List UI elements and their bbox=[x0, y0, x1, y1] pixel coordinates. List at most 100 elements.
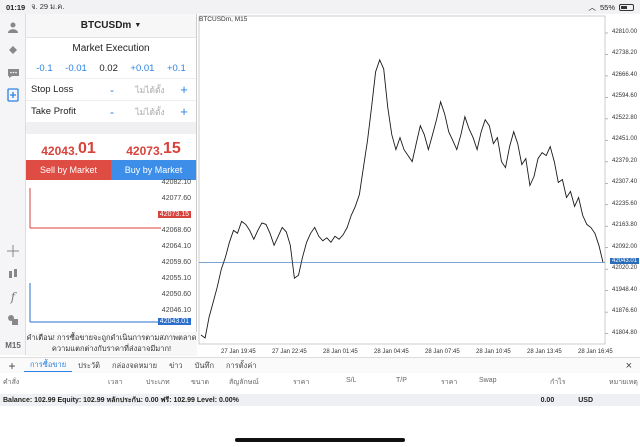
tab-history[interactable]: ประวัติ bbox=[72, 360, 106, 372]
tick-level: 42077.60 bbox=[161, 195, 191, 202]
tick-level: 42050.60 bbox=[161, 291, 191, 298]
home-indicator bbox=[235, 438, 405, 442]
column-header[interactable]: ประเภท bbox=[146, 377, 170, 388]
tab-news[interactable]: ข่าว bbox=[163, 360, 189, 372]
battery-percent: 55% bbox=[599, 2, 615, 12]
close-icon[interactable]: × bbox=[626, 360, 632, 372]
volume-row: -0.1 -0.01 0.02 +0.01 +0.1 bbox=[26, 58, 196, 78]
bid-price: 42043. 01 bbox=[26, 134, 111, 160]
x-tick-label: 28 Jan 01:45 bbox=[323, 349, 358, 355]
tab-mailbox[interactable]: กล่องจดหมาย bbox=[106, 360, 163, 372]
column-header[interactable]: ราคา bbox=[293, 377, 309, 388]
stop-loss-plus-button[interactable]: + bbox=[177, 82, 191, 97]
take-profit-field[interactable]: ไม่ได้ตั้ง bbox=[123, 105, 177, 119]
y-tick-label: 42522.80 bbox=[612, 114, 638, 121]
stop-loss-minus-button[interactable]: - bbox=[101, 83, 123, 97]
take-profit-plus-button[interactable]: + bbox=[177, 104, 191, 119]
volume-minus-big-button[interactable]: -0.1 bbox=[36, 63, 52, 74]
caret-down-icon: ▼ bbox=[134, 22, 142, 29]
current-price-label: 42043.01 bbox=[610, 258, 640, 265]
divider bbox=[26, 122, 196, 134]
price-chart[interactable]: BTCUSDm, M15 42810.00 42738.20 42666.40 425… bbox=[197, 14, 640, 357]
tab-journal[interactable]: บันทึก bbox=[189, 360, 220, 372]
function-icon[interactable]: f bbox=[3, 288, 23, 306]
column-header[interactable]: T/P bbox=[396, 377, 407, 384]
total-profit: 0.00 bbox=[540, 396, 555, 404]
y-tick-label: 42163.80 bbox=[612, 222, 638, 229]
tick-level: 42055.10 bbox=[161, 275, 191, 282]
y-tick-label: 42020.20 bbox=[612, 265, 638, 272]
take-profit-minus-button[interactable]: - bbox=[101, 105, 123, 119]
status-right: ︿ 55% bbox=[588, 2, 634, 13]
execution-warning: คำเตือน! การซื้อขายจะถูกดำเนินการตามสภาพ… bbox=[26, 332, 197, 356]
y-tick-label: 42092.00 bbox=[612, 243, 638, 250]
tab-trade[interactable]: การซื้อขาย bbox=[24, 359, 73, 372]
chat-icon[interactable] bbox=[3, 64, 23, 82]
bid-price-main: 42043. bbox=[41, 144, 78, 158]
column-header[interactable]: ขนาด bbox=[191, 377, 209, 388]
tick-level-ask: 42073.15 bbox=[157, 211, 191, 218]
timeframe-button[interactable]: M15 bbox=[3, 336, 23, 354]
bid-price-pips: 01 bbox=[77, 140, 96, 157]
tick-level: 42064.10 bbox=[161, 243, 191, 250]
volume-plus-small-button[interactable]: +0.01 bbox=[130, 63, 154, 74]
price-line bbox=[200, 58, 604, 339]
status-bar: 01:19 จ. 29 ม.ค. ︿ 55% bbox=[0, 0, 640, 14]
volume-minus-small-button[interactable]: -0.01 bbox=[65, 63, 87, 74]
y-tick-label: 42738.20 bbox=[612, 50, 638, 57]
column-header[interactable]: S/L bbox=[346, 377, 357, 384]
add-icon[interactable]: + bbox=[0, 359, 24, 373]
column-header[interactable]: เวลา bbox=[108, 377, 123, 388]
crosshair-icon[interactable] bbox=[3, 242, 23, 260]
y-tick-label: 41804.80 bbox=[612, 329, 638, 336]
x-tick-label: 27 Jan 19:45 bbox=[221, 349, 256, 355]
take-profit-label: Take Profit bbox=[31, 106, 76, 117]
battery-icon bbox=[619, 3, 634, 11]
volume-plus-big-button[interactable]: +0.1 bbox=[167, 63, 186, 74]
volume-value[interactable]: 0.02 bbox=[99, 63, 118, 74]
column-header[interactable]: หมายเหตุ bbox=[609, 377, 638, 388]
indicators-icon[interactable] bbox=[3, 265, 23, 283]
y-tick-label: 42235.60 bbox=[612, 200, 638, 207]
clock: 01:19 bbox=[6, 2, 26, 12]
x-tick-label: 28 Jan 04:45 bbox=[374, 349, 409, 355]
column-header[interactable]: ราคา bbox=[441, 377, 457, 388]
y-tick-label: 41948.40 bbox=[612, 286, 638, 293]
y-tick-label: 42379.20 bbox=[612, 157, 638, 164]
x-tick-label: 28 Jan 10:45 bbox=[476, 349, 511, 355]
column-header[interactable]: Swap bbox=[479, 377, 497, 384]
tick-level: 42059.60 bbox=[161, 259, 191, 266]
y-tick-label: 42451.00 bbox=[612, 136, 638, 143]
x-tick-label: 28 Jan 13:45 bbox=[527, 349, 562, 355]
ask-price-pips: 15 bbox=[162, 140, 181, 157]
trade-icon[interactable] bbox=[3, 41, 23, 59]
tick-level: 42082.10 bbox=[161, 179, 191, 186]
execution-type[interactable]: Market Execution bbox=[26, 38, 196, 58]
objects-icon[interactable] bbox=[3, 311, 23, 329]
ask-price-main: 42073. bbox=[126, 144, 163, 158]
plot-frame bbox=[198, 15, 606, 345]
balance-bar: Balance: 102.99 Equity: 102.99 หลักประกั… bbox=[0, 394, 640, 406]
currency: USD bbox=[578, 396, 593, 404]
y-tick-label: 42810.00 bbox=[612, 28, 638, 35]
column-header[interactable]: คำสั่ง bbox=[3, 377, 19, 388]
new-order-icon[interactable] bbox=[3, 86, 23, 104]
x-tick-label: 27 Jan 22:45 bbox=[272, 349, 307, 355]
stop-loss-field[interactable]: ไม่ได้ตั้ง bbox=[123, 83, 177, 97]
ask-price: 42073. 15 bbox=[111, 134, 196, 160]
column-header[interactable]: กำไร bbox=[550, 377, 565, 388]
account-icon[interactable] bbox=[3, 18, 23, 36]
symbol-selector[interactable]: BTCUSDm ▼ bbox=[26, 14, 196, 38]
warning-line-2: ความแตกต่างกับราคาที่ส่งอาจมีมาก! bbox=[51, 344, 172, 353]
sell-button[interactable]: Sell by Market bbox=[26, 160, 111, 180]
tick-level: 42068.60 bbox=[161, 227, 191, 234]
y-tick-label: 42594.60 bbox=[612, 93, 638, 100]
trade-buttons: Sell by Market Buy by Market bbox=[26, 160, 196, 180]
tick-level-bid: 42043.01 bbox=[157, 318, 191, 325]
y-tick-label: 41876.60 bbox=[612, 308, 638, 315]
left-toolbar: f M15 bbox=[0, 14, 26, 355]
wifi-icon: ︿ bbox=[588, 2, 596, 12]
tab-settings[interactable]: การตั้งค่า bbox=[220, 360, 263, 372]
column-header[interactable]: สัญลักษณ์ bbox=[229, 377, 259, 388]
buy-button[interactable]: Buy by Market bbox=[111, 160, 196, 180]
